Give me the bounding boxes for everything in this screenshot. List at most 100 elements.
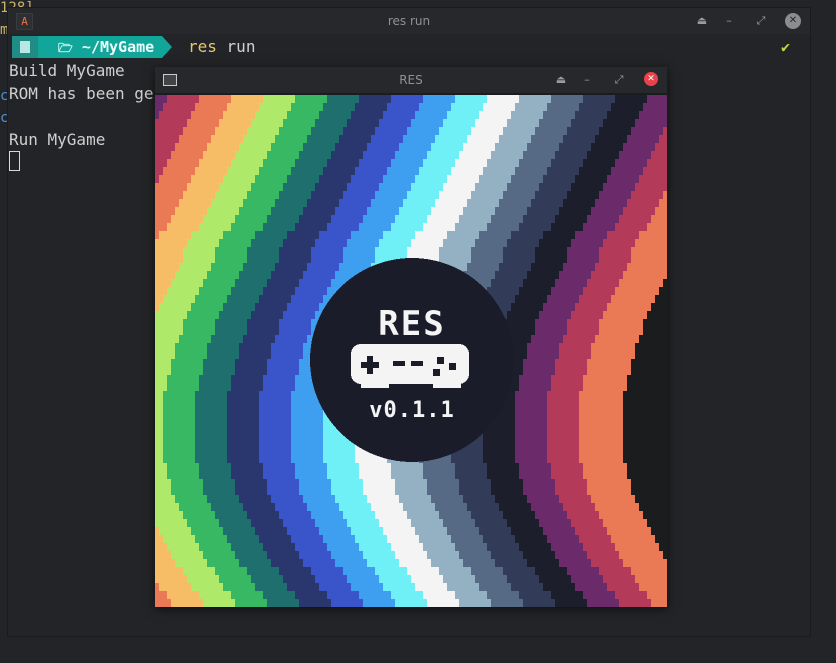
stripe-row bbox=[155, 247, 667, 255]
stripe-band bbox=[227, 415, 259, 423]
stripe-band bbox=[567, 191, 599, 199]
stripe-band bbox=[211, 335, 243, 343]
stripe-band bbox=[195, 415, 227, 423]
stripe-band bbox=[175, 343, 207, 351]
stripe-band bbox=[203, 479, 235, 487]
stripe-band bbox=[163, 407, 195, 415]
stripe-row bbox=[155, 239, 667, 247]
stripe-band bbox=[583, 383, 627, 391]
res-emulator-window[interactable]: RES ⏏ – ⤢ ✕ RES v0.1.1 bbox=[155, 67, 667, 607]
stripe-band bbox=[455, 95, 487, 103]
minimize-button[interactable]: – bbox=[579, 72, 595, 88]
stripe-band bbox=[547, 391, 579, 399]
command-line[interactable]: res run bbox=[188, 36, 255, 58]
close-button[interactable]: ✕ bbox=[644, 72, 658, 86]
stripe-band bbox=[443, 575, 475, 583]
prompt-path: ~/MyGame bbox=[81, 38, 155, 56]
stripe-band bbox=[311, 567, 343, 575]
stripe-band bbox=[227, 455, 259, 463]
output-line: Run MyGame bbox=[9, 130, 106, 149]
game-canvas[interactable]: RES v0.1.1 bbox=[155, 95, 667, 607]
stripe-band bbox=[259, 407, 291, 415]
stripe-band bbox=[639, 231, 667, 239]
stripe-row bbox=[155, 495, 635, 503]
stripe-band bbox=[227, 391, 259, 399]
stripe-band bbox=[155, 383, 167, 391]
stripe-band bbox=[363, 551, 395, 559]
stripe-band bbox=[551, 223, 583, 231]
stripe-row bbox=[155, 591, 667, 599]
stripe-band bbox=[531, 199, 563, 207]
stripe-band bbox=[587, 279, 619, 287]
stripe-band bbox=[547, 431, 579, 439]
stripe-band bbox=[531, 335, 563, 343]
stripe-band bbox=[603, 183, 635, 191]
stripe-band bbox=[515, 399, 547, 407]
stripe-band bbox=[599, 567, 631, 575]
stripe-band bbox=[155, 455, 163, 463]
restore-button[interactable]: ⤢ bbox=[753, 13, 769, 29]
stripe-band bbox=[279, 191, 311, 199]
stripe-band bbox=[355, 103, 387, 111]
stripe-band bbox=[291, 431, 323, 439]
command-arg: run bbox=[226, 37, 256, 56]
stripe-band bbox=[299, 215, 331, 223]
stripe-band bbox=[647, 223, 667, 231]
stripe-band bbox=[367, 559, 399, 567]
stripe-band bbox=[359, 471, 391, 479]
stripe-band bbox=[255, 583, 287, 591]
restore-button[interactable]: ⤢ bbox=[611, 72, 627, 88]
stripe-band bbox=[515, 447, 547, 455]
stripe-band bbox=[659, 135, 667, 143]
stripe-band bbox=[187, 311, 219, 319]
eject-icon[interactable]: ⏏ bbox=[694, 13, 710, 29]
stripe-band bbox=[407, 127, 439, 135]
stripe-band bbox=[331, 551, 363, 559]
stripe-band bbox=[331, 479, 363, 487]
stripe-band bbox=[155, 335, 179, 343]
stripe-band bbox=[195, 407, 227, 415]
terminal-titlebar[interactable]: A res run ⏏ – ⤢ ✕ bbox=[8, 8, 810, 34]
stripe-band bbox=[591, 207, 623, 215]
stripe-band bbox=[223, 111, 255, 119]
stripe-band bbox=[387, 535, 419, 543]
stripe-band bbox=[343, 191, 375, 199]
stripe-band bbox=[439, 567, 471, 575]
stripe-band bbox=[155, 543, 167, 551]
stripe-band bbox=[467, 503, 499, 511]
minimize-button[interactable]: – bbox=[721, 13, 737, 29]
stripe-band bbox=[267, 551, 299, 559]
stripe-band bbox=[359, 159, 391, 167]
stripe-band bbox=[447, 527, 479, 535]
stripe-band bbox=[215, 191, 247, 199]
stripe-band bbox=[427, 479, 459, 487]
stripe-band bbox=[155, 591, 167, 599]
stripe-band bbox=[179, 199, 211, 207]
stripe-band bbox=[563, 263, 595, 271]
stripe-band bbox=[351, 583, 383, 591]
stripe-band bbox=[579, 391, 623, 399]
stripe-row bbox=[155, 543, 659, 551]
stripe-band bbox=[155, 479, 171, 487]
stripe-band bbox=[579, 423, 623, 431]
stripe-band bbox=[263, 543, 295, 551]
stripe-band bbox=[427, 215, 459, 223]
stripe-band bbox=[387, 103, 419, 111]
stripe-band bbox=[155, 519, 187, 527]
stripe-band bbox=[279, 319, 311, 327]
stripe-band bbox=[327, 543, 359, 551]
stripe-band bbox=[155, 527, 159, 535]
stripe-band bbox=[155, 151, 171, 159]
stripe-band bbox=[491, 151, 523, 159]
stripe-band bbox=[327, 591, 359, 599]
close-button[interactable]: ✕ bbox=[785, 13, 801, 29]
stripe-band bbox=[231, 375, 263, 383]
res-titlebar[interactable]: RES ⏏ – ⤢ ✕ bbox=[155, 67, 667, 93]
eject-icon[interactable]: ⏏ bbox=[553, 72, 569, 88]
stripe-band bbox=[607, 527, 651, 535]
stripe-band bbox=[435, 503, 467, 511]
stripe-band bbox=[535, 255, 567, 263]
stripe-band bbox=[663, 191, 667, 199]
stripe-band bbox=[503, 255, 535, 263]
stripe-band bbox=[547, 295, 579, 303]
